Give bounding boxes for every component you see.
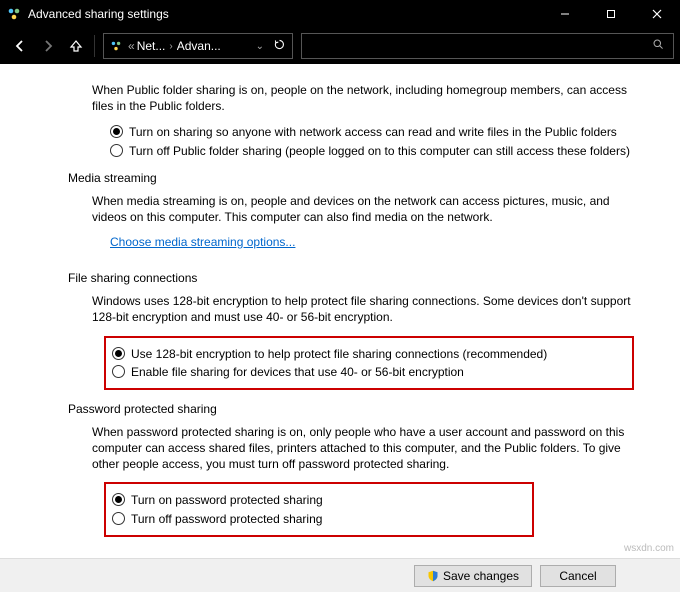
breadcrumb-icon [108,38,124,54]
breadcrumb[interactable]: « Net... › Advan... ⌄ [103,33,293,59]
password-on-row[interactable]: Turn on password protected sharing [112,492,522,508]
password-off-row[interactable]: Turn off password protected sharing [112,511,522,527]
cancel-button[interactable]: Cancel [540,565,616,587]
footer: Save changes Cancel [0,558,680,592]
close-button[interactable] [634,0,680,28]
up-button[interactable] [62,32,90,60]
breadcrumb-item-1[interactable]: Net... [137,39,166,53]
password-head: Password protected sharing [68,402,650,416]
search-icon [652,38,665,54]
encryption-40-row[interactable]: Enable file sharing for devices that use… [112,364,622,380]
cancel-label: Cancel [559,569,596,583]
search-input[interactable] [301,33,674,59]
radio-unchecked-icon[interactable] [110,144,123,157]
encryption-128-row[interactable]: Use 128-bit encryption to help protect f… [112,346,622,362]
window-controls [542,0,680,28]
encryption-40-label: Enable file sharing for devices that use… [131,364,464,380]
file-sharing-head: File sharing connections [68,271,650,285]
breadcrumb-dropdown-icon[interactable]: ⌄ [256,41,264,52]
radio-unchecked-icon[interactable] [112,365,125,378]
scroll-area: When Public folder sharing is on, people… [0,64,680,558]
refresh-button[interactable] [270,38,288,54]
radio-checked-icon[interactable] [112,347,125,360]
minimize-button[interactable] [542,0,588,28]
media-options-link[interactable]: Choose media streaming options... [110,235,295,249]
save-label: Save changes [443,569,519,583]
public-folder-on-row[interactable]: Turn on sharing so anyone with network a… [110,124,650,140]
forward-button[interactable] [34,32,62,60]
breadcrumb-prefix: « [128,39,135,53]
file-sharing-desc: Windows uses 128-bit encryption to help … [92,293,632,325]
file-sharing-group: Use 128-bit encryption to help protect f… [104,336,634,390]
password-on-label: Turn on password protected sharing [131,492,323,508]
encryption-128-label: Use 128-bit encryption to help protect f… [131,346,547,362]
media-head: Media streaming [68,171,650,185]
watermark: wsxdn.com [624,543,674,554]
save-button[interactable]: Save changes [414,565,532,587]
nav-separator [94,35,95,57]
breadcrumb-item-2[interactable]: Advan... [177,39,221,53]
password-group: Turn on password protected sharing Turn … [104,482,534,536]
password-off-label: Turn off password protected sharing [131,511,322,527]
maximize-button[interactable] [588,0,634,28]
public-folder-desc: When Public folder sharing is on, people… [92,82,632,114]
password-desc: When password protected sharing is on, o… [92,424,632,473]
public-folder-off-row[interactable]: Turn off Public folder sharing (people l… [110,143,650,159]
shield-icon [427,570,439,582]
public-folder-off-label: Turn off Public folder sharing (people l… [129,143,630,159]
media-desc: When media streaming is on, people and d… [92,193,632,225]
chevron-right-icon: › [169,41,172,52]
radio-unchecked-icon[interactable] [112,512,125,525]
content-pane: When Public folder sharing is on, people… [0,64,680,592]
app-icon [6,6,22,22]
public-folder-on-label: Turn on sharing so anyone with network a… [129,124,617,140]
navbar: « Net... › Advan... ⌄ [0,28,680,64]
titlebar: Advanced sharing settings [0,0,680,28]
public-folder-group: Turn on sharing so anyone with network a… [110,124,650,158]
window-title: Advanced sharing settings [28,7,542,21]
radio-checked-icon[interactable] [110,125,123,138]
back-button[interactable] [6,32,34,60]
radio-checked-icon[interactable] [112,493,125,506]
